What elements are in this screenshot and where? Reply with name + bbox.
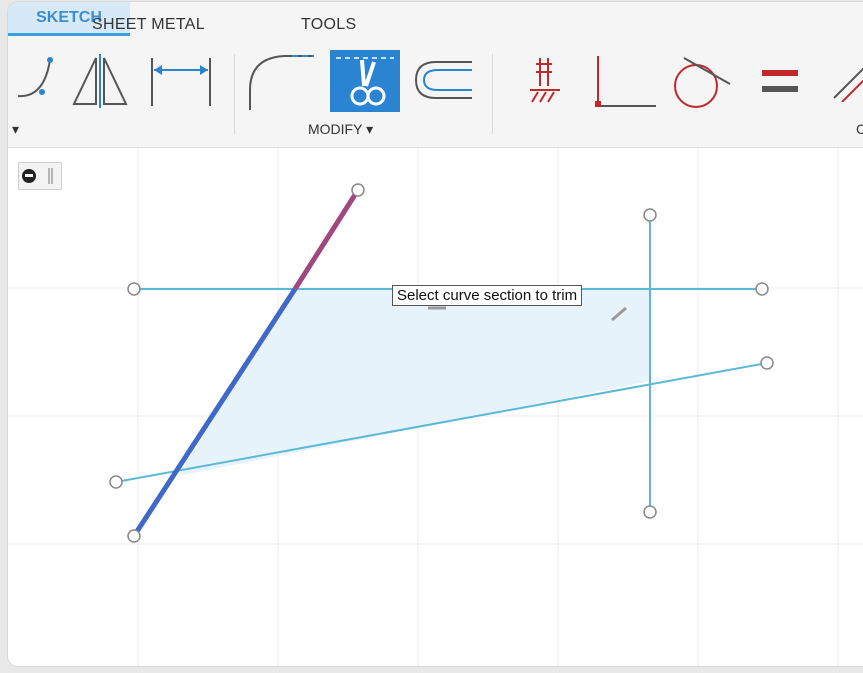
sketch-canvas[interactable] [8,148,863,666]
sketch-point [760,356,774,370]
fillet-icon[interactable] [244,50,316,112]
trim-highlight-segment [292,188,361,291]
dimension-icon[interactable] [146,54,216,110]
tab-sheet-metal[interactable]: SHEET METAL [92,16,205,34]
sketch-point [643,505,657,519]
sketch-drawing[interactable] [8,148,863,666]
ribbon-toolbar: SHEET METAL TOOLS SKETCH ▾ MODIFY ▾ C [8,2,863,148]
sketch-point [127,529,141,543]
create-dropdown-arrow-partial[interactable]: ▾ [12,121,19,138]
sketch-point [109,475,123,489]
sketch-point [755,282,769,296]
parallel-icon[interactable] [832,56,863,102]
spline-icon[interactable] [14,54,58,106]
constraints-label-partial[interactable]: C [856,121,863,137]
chevron-down-icon: ▾ [366,121,374,137]
closed-profile-region [178,289,650,476]
sketch-point [643,208,657,222]
app-window: SHEET METAL TOOLS SKETCH ▾ MODIFY ▾ C Se… [8,2,863,666]
fix-constraint-icon[interactable] [526,54,562,106]
modify-label: MODIFY [308,121,363,137]
sketch-point [351,183,365,197]
offset-icon[interactable] [412,58,476,102]
sketch-point [127,282,141,296]
tab-tools[interactable]: TOOLS [301,16,356,34]
view-toggle-widget[interactable] [18,162,62,190]
tangent-icon[interactable] [668,54,734,110]
trim-tooltip: Select curve section to trim [392,285,583,306]
toolbar-separator [234,54,235,134]
toolbar-separator [492,54,493,134]
equal-icon[interactable] [760,66,800,98]
perpendicular-icon[interactable] [592,54,658,108]
trim-scissors-icon[interactable] [330,50,400,112]
mirror-icon[interactable] [68,54,132,110]
modify-menu[interactable]: MODIFY ▾ [308,121,373,138]
